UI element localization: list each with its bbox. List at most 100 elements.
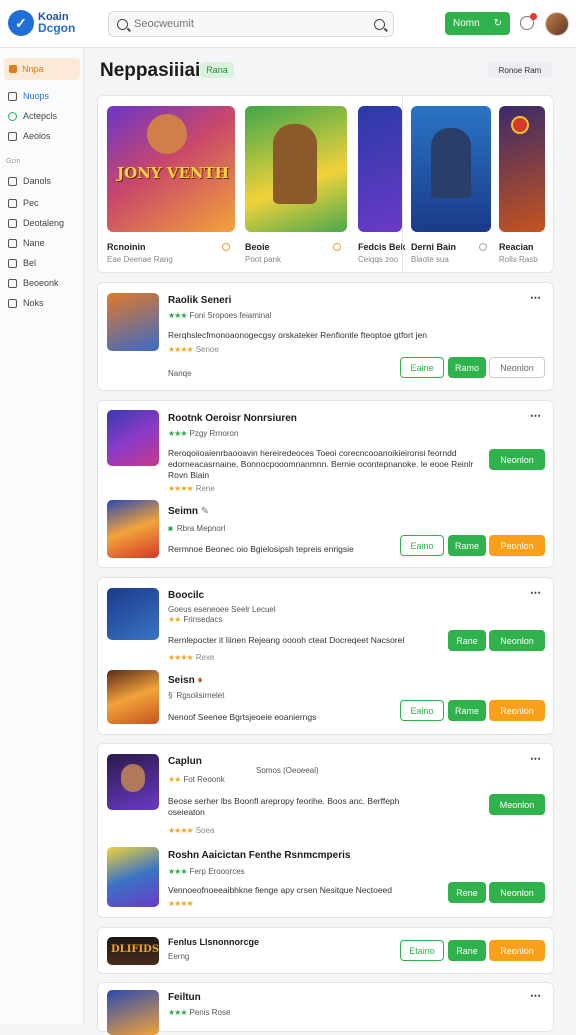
sidebar-item-1[interactable]: Nuops <box>8 91 49 101</box>
game-thumbnail[interactable]: DLIFIDS <box>107 937 159 965</box>
game-title[interactable]: Seimn ✎ <box>168 506 209 517</box>
sidebar-item-8[interactable]: Bel <box>8 258 36 268</box>
search-input[interactable] <box>134 18 374 30</box>
calendar-icon <box>8 258 17 268</box>
download-button[interactable]: Meonlon <box>489 794 545 815</box>
game-artwork <box>499 106 545 232</box>
sidebar-item-active[interactable]: Nnpa <box>4 58 80 80</box>
game-thumbnail[interactable] <box>107 754 159 810</box>
app-logo[interactable]: ✓ Koain Dcgon <box>8 10 75 36</box>
game-title[interactable]: Raolik Seneri <box>168 295 231 306</box>
game-thumbnail[interactable] <box>107 670 159 724</box>
download-button[interactable]: Reonlon <box>489 940 545 961</box>
carousel-title: Reacian <box>499 242 534 252</box>
carousel-card-5[interactable]: Reacian Rolls Rasb <box>499 106 545 266</box>
download-button[interactable]: Neonlon <box>489 882 545 903</box>
game-thumbnail[interactable] <box>107 293 159 351</box>
carousel-card-2[interactable]: Beoie Poot pank <box>245 106 347 266</box>
game-meta: ★★★ Penis Rose <box>168 1008 231 1017</box>
secondary-button[interactable]: Eaino <box>400 700 444 721</box>
play-button[interactable]: Rane <box>448 630 486 651</box>
more-options-icon[interactable]: ⋯ <box>530 989 542 1002</box>
game-rating: ★★★★ Soea <box>168 826 215 835</box>
button-label: Ramo <box>454 362 479 373</box>
button-label: Eaino <box>410 705 434 716</box>
more-options-icon[interactable]: ⋯ <box>530 291 542 304</box>
game-thumbnail[interactable] <box>107 588 159 640</box>
carousel-card-4[interactable]: Derni Bain Blaote sua <box>411 106 491 266</box>
download-button[interactable]: Neonlon <box>489 449 545 470</box>
artwork-text: DLIFIDS <box>111 944 159 955</box>
top-bar: ✓ Koain Dcgon Nomn ↻ <box>0 0 576 48</box>
top-action-label: Nomn <box>453 18 480 29</box>
top-action-button[interactable]: Nomn ↻ <box>445 12 510 35</box>
play-button[interactable]: Ramo <box>448 357 486 378</box>
game-thumbnail[interactable] <box>107 847 159 907</box>
character-figure <box>431 128 471 198</box>
play-button[interactable]: Rane <box>448 940 486 961</box>
status-badge[interactable]: Rana <box>200 62 234 78</box>
sidebar-item-6[interactable]: Deotaleng <box>8 218 64 228</box>
sidebar-item-label: Bel <box>23 258 37 268</box>
grid-icon <box>8 91 17 101</box>
play-button[interactable]: Rame <box>448 700 486 721</box>
rating-stars: ★★★★ <box>168 653 194 662</box>
game-title[interactable]: Fenlus Llsnonnorcge <box>168 937 259 947</box>
carousel-card-3[interactable]: Fedcis Bek Ceiqqs zoo <box>358 106 406 266</box>
secondary-button[interactable]: Eaine <box>400 357 444 378</box>
game-title[interactable]: Seisn ♦ <box>168 675 203 686</box>
download-button[interactable]: Reonlon <box>489 700 545 721</box>
download-button[interactable]: Peonlon <box>489 535 545 556</box>
carousel-card-1[interactable]: JONY VENTH Rcnoinin Eae Deenae Rang <box>107 106 235 266</box>
play-button[interactable]: Rene <box>448 882 486 903</box>
game-rating: ★★★★ Rene <box>168 484 215 493</box>
refresh-icon: ↻ <box>493 18 502 29</box>
check-icon <box>8 111 17 121</box>
page-title: Neppasiiiaia <box>100 60 211 81</box>
game-title[interactable]: Caplun <box>168 756 202 767</box>
logo-icon: ✓ <box>8 10 34 36</box>
game-thumbnail[interactable] <box>107 500 159 558</box>
sidebar-item-5[interactable]: Pec <box>8 198 39 208</box>
sidebar-item-9[interactable]: Beoeonk <box>8 278 59 288</box>
sidebar-item-label: Nnpa <box>22 64 44 74</box>
search-bar <box>108 11 394 37</box>
sidebar-item-10[interactable]: Noks <box>8 298 44 308</box>
sidebar-item-4[interactable]: Danols <box>8 176 51 186</box>
game-meta-secondary: Somos (Oeoeeal) <box>256 766 319 775</box>
game-description: Vennoeofnoeeaibhkne fienge apy crsen Nes… <box>168 885 393 895</box>
game-thumbnail[interactable] <box>107 410 159 466</box>
download-button[interactable]: Neonlon <box>489 630 545 651</box>
search-submit-icon[interactable] <box>374 18 385 30</box>
sidebar-item-3[interactable]: Aeolos <box>8 131 51 141</box>
play-button[interactable]: Rame <box>448 535 486 556</box>
sidebar-item-2[interactable]: Actepcls <box>8 111 57 121</box>
download-button[interactable]: Neonlon <box>489 357 545 378</box>
game-title[interactable]: Boocilc <box>168 590 204 601</box>
rating-stars: ★★★ <box>168 429 187 438</box>
button-label: Neonlon <box>500 362 534 373</box>
more-options-icon[interactable]: ⋯ <box>530 752 542 765</box>
edit-icon[interactable]: ✎ <box>201 506 209 517</box>
status-dot-icon <box>333 243 341 251</box>
sort-button[interactable]: Ronoe Ram <box>488 62 552 78</box>
more-options-icon[interactable]: ⋯ <box>530 586 542 599</box>
game-thumbnail[interactable] <box>107 990 159 1035</box>
rating-stars: ★★ <box>168 775 181 784</box>
game-title[interactable]: Rootnk Oeroisr Nonrsiuren <box>168 413 297 424</box>
game-title[interactable]: Roshn Aaicictan Fenthe Rsnmcmperis <box>168 850 350 861</box>
document-icon <box>8 198 17 208</box>
home-icon <box>9 65 17 73</box>
more-options-icon[interactable]: ⋯ <box>530 409 542 422</box>
game-meta: ★★ Fot Reoonk <box>168 775 225 784</box>
avatar[interactable] <box>545 12 569 36</box>
game-title[interactable]: Feiltun <box>168 992 201 1003</box>
button-label: Rame <box>454 705 479 716</box>
secondary-button[interactable]: Eaino <box>400 535 444 556</box>
lock-icon: ■ <box>168 524 173 533</box>
secondary-button[interactable]: Etaino <box>400 940 444 961</box>
game-tag: Nanqe <box>168 369 192 378</box>
button-label: Rame <box>454 540 479 551</box>
sidebar-item-7[interactable]: Nane <box>8 238 45 248</box>
sidebar-item-label: Nane <box>23 238 45 248</box>
